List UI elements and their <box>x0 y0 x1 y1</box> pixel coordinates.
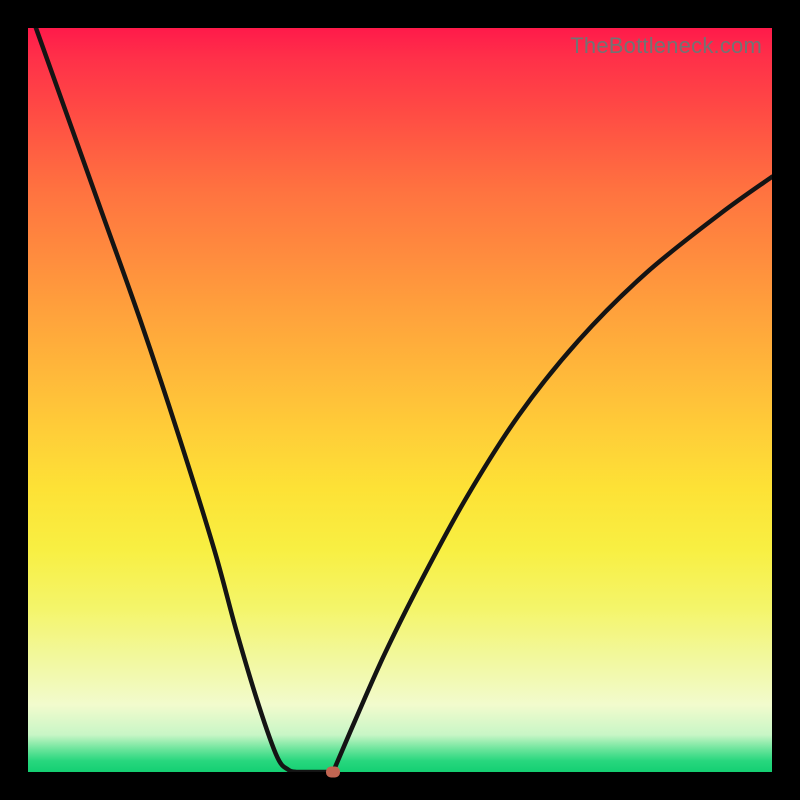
curve-path <box>28 28 772 772</box>
optimal-point-marker <box>326 767 340 778</box>
plot-area: TheBottleneck.com <box>28 28 772 772</box>
chart-frame: TheBottleneck.com <box>0 0 800 800</box>
bottleneck-curve <box>28 28 772 772</box>
